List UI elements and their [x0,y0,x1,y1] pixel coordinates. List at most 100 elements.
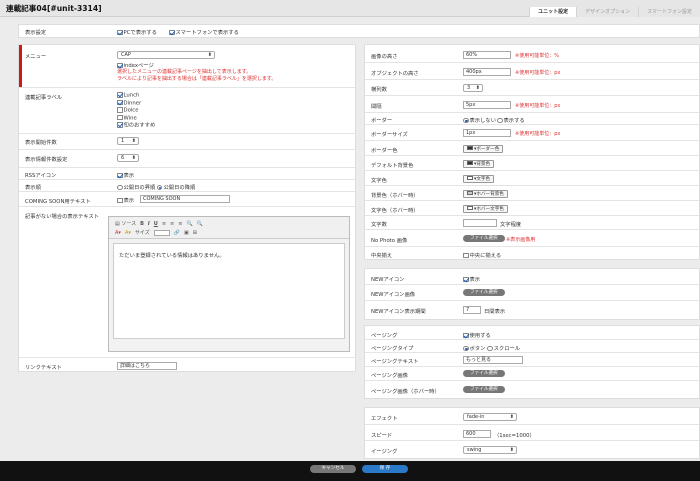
coming-soon-checkbox[interactable] [117,197,123,203]
chars-unit: 文字程度 [500,222,522,228]
text-color-button[interactable]: A▾ [115,230,121,236]
rss-checkbox[interactable] [117,172,123,178]
editor-content-area[interactable]: ただいま登録されている情報はありません。 [113,243,345,339]
pc-display-option[interactable]: PCで表示する [117,28,157,36]
paging-text-value[interactable]: もっと見る [463,356,523,364]
center-align-checkbox[interactable] [463,252,469,258]
paging-image-button[interactable]: ファイル選択 [463,370,505,377]
size-select[interactable] [153,229,170,236]
nophoto-file-button[interactable]: ファイル選択 [463,235,505,242]
tab-unit-settings[interactable]: ユニット設定 [529,7,577,17]
sp-display-option[interactable]: スマートフォンで表示する [169,28,239,36]
link-text-input[interactable]: 詳細はこちら [117,362,177,370]
image-icon[interactable]: ▣ [184,230,189,236]
default-bg-label: デフォルト背景色 [371,163,414,169]
easing-select[interactable]: swing [463,446,517,454]
align-right-icon[interactable]: ≡ [178,221,182,227]
sort-order-label: 表示順 [25,185,41,191]
source-button[interactable]: ▤ ソース [115,220,136,227]
tab-design-options[interactable]: デザインオプション [576,7,639,17]
label-checkbox[interactable] [117,122,123,128]
link-text-value[interactable]: 詳細はこちら [117,362,177,370]
link-icon[interactable]: 🔗 [174,230,180,236]
bold-button[interactable]: B [140,221,144,227]
label-text: Wine [123,115,137,121]
object-height-value[interactable]: 400px [463,68,511,76]
object-height-note: ※使用可能単位：px [515,70,561,76]
image-height-value[interactable]: 60% [463,51,511,59]
hover-bg-button[interactable]: ▾ホバー背景色 [463,190,508,198]
new-icon-file-button[interactable]: ファイル選択 [463,289,505,296]
sort-order-radios: 公開日の昇順 公開日の降順 [117,183,195,191]
label-option-lunch[interactable]: Lunch [117,92,155,100]
border-hide-radio[interactable] [463,117,469,123]
default-bg-button[interactable]: ▾背景色 [463,160,495,168]
label-option-recommend[interactable]: 旬のおすすめ [117,122,155,130]
paging-option[interactable]: 使用する [463,331,491,339]
find-icon[interactable]: 🔍 [186,221,192,227]
order-asc-radio[interactable] [117,184,123,190]
order-desc-radio[interactable] [156,184,163,190]
gap-value[interactable]: 5px [463,101,511,109]
label-checkbox[interactable] [117,114,123,120]
replace-icon[interactable]: 🔍 [197,221,203,227]
paging-checkbox[interactable] [463,332,469,338]
item-count-value[interactable]: 6 [117,154,139,162]
easing-value[interactable]: swing [463,446,517,454]
text-color-button[interactable]: ▾文字色 [463,175,495,183]
pc-checkbox[interactable] [117,29,123,35]
paging-scroll-radio[interactable] [487,345,493,351]
coming-soon-value[interactable]: COMING SOON [140,195,230,203]
effect-value[interactable]: fade-in [463,413,517,421]
columns-select[interactable]: 3 [463,84,483,92]
gap-input[interactable]: 5px [463,101,511,109]
chars-input[interactable] [463,219,497,229]
border-color-button[interactable]: ▾ボーダー色 [463,145,504,153]
border-size-value[interactable]: 1px [463,129,511,137]
label-option-wine[interactable]: Wine [117,114,155,123]
item-count-select[interactable]: 6 [117,154,139,162]
speed-input[interactable]: 600 [463,430,491,438]
table-icon[interactable]: ⊞ [193,230,197,236]
speed-value[interactable]: 600 [463,430,491,438]
object-height-input[interactable]: 400px [463,68,511,76]
save-button[interactable]: 保 存 [362,465,408,473]
menu-select[interactable]: CAP [117,51,215,59]
new-days-input[interactable]: 7 [463,306,481,314]
paging-text-input[interactable]: もっと見る [463,356,523,364]
paging-button-radio[interactable] [463,345,469,351]
bg-color-button[interactable]: A▾ [125,230,131,236]
start-count-value[interactable]: 1 [117,137,139,145]
start-count-select[interactable]: 1 [117,137,139,145]
label-checkbox[interactable] [117,99,123,105]
paging-image-file-label: ファイル選択 [463,370,505,377]
center-align-option[interactable]: 中央に揃える [463,251,501,259]
border-show-radio[interactable] [497,117,503,123]
coming-soon-option[interactable]: 表示 [117,196,134,204]
new-icon-checkbox[interactable] [463,276,469,282]
sp-checkbox[interactable] [169,29,175,35]
underline-button[interactable]: U [154,221,158,227]
rss-option[interactable]: 表示 [117,171,134,179]
italic-button[interactable]: I [148,221,150,227]
paging-hover-image-button[interactable]: ファイル選択 [463,386,505,393]
label-option-dolce[interactable]: Dolce [117,107,155,115]
label-option-dinner[interactable]: Dinner [117,99,155,108]
coming-soon-input[interactable]: COMING SOON [140,195,230,203]
image-height-input[interactable]: 60% [463,51,511,59]
columns-value[interactable]: 3 [463,84,483,92]
display-settings-label: 表示設定 [25,30,47,36]
label-checkbox[interactable] [117,107,123,113]
menu-select-value[interactable]: CAP [117,51,215,59]
align-center-icon[interactable]: ≡ [170,221,174,227]
align-left-icon[interactable]: ≡ [162,221,166,227]
chars-value[interactable] [463,219,497,227]
new-days-value[interactable]: 7 [463,306,481,314]
effect-select[interactable]: fade-in [463,413,517,421]
hover-text-button[interactable]: ▾ホバー文字色 [463,205,508,213]
tab-smartphone-settings[interactable]: スマートフォン設定 [638,7,700,17]
new-icon-option[interactable]: 表示 [463,275,480,283]
cancel-button[interactable]: キャンセル [310,465,356,473]
label-checkbox[interactable] [117,92,123,98]
border-size-input[interactable]: 1px [463,129,511,137]
